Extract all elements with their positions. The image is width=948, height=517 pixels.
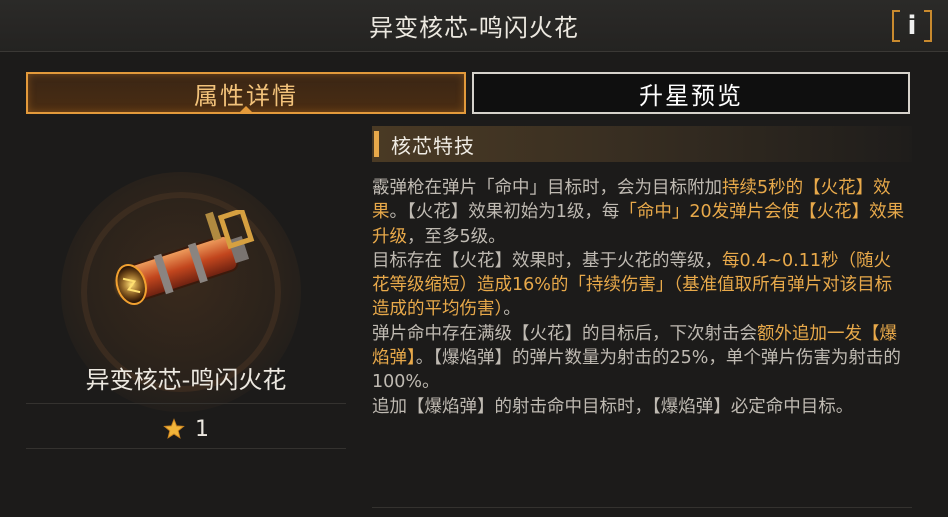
tab-star-preview[interactable]: 升星预览 xyxy=(472,72,910,114)
divider xyxy=(26,403,346,404)
desc-paragraph-4: 追加【爆焰弹】的射击命中目标时，【爆焰弹】必定命中目标。 xyxy=(372,395,908,419)
section-accent-bar xyxy=(374,131,379,157)
description-text: 弹片命中存在满级【火花】的目标后，下次射击会 xyxy=(372,323,757,344)
page-title: 异变核芯-鸣闪火花 xyxy=(369,14,579,42)
info-icon: i xyxy=(907,11,917,41)
star-icon xyxy=(163,418,185,439)
core-item-image xyxy=(113,210,255,305)
tab-active-notch xyxy=(239,106,253,113)
tab-attributes[interactable]: 属性详情 xyxy=(26,72,466,114)
info-bracket-left xyxy=(892,10,900,42)
description-text: 追加【爆焰弹】的射击命中目标时，【爆焰弹】必定命中目标。 xyxy=(372,396,854,417)
section-header: 核芯特技 xyxy=(372,126,912,162)
info-button[interactable]: i xyxy=(890,8,934,44)
description-text: 。【火花】效果初始为1级，每 xyxy=(389,202,620,223)
divider xyxy=(372,507,912,508)
tab-star-preview-label: 升星预览 xyxy=(639,81,743,110)
desc-paragraph-2: 目标存在【火花】效果时，基于火花的等级，每0.4~0.11秒（随火花等级缩短）造… xyxy=(372,249,908,322)
description-text: 霰弹枪在弹片「命中」目标时，会为目标附加 xyxy=(372,178,722,198)
core-name: 异变核芯-鸣闪火花 xyxy=(85,366,287,394)
description-text: 。【爆焰弹】的弹片数量为射击的25%，单个弹片伤害为射击的100%。 xyxy=(372,348,901,393)
core-skill-panel: 核芯特技 霰弹枪在弹片「命中」目标时，会为目标附加持续5秒的【火花】效果。【火花… xyxy=(372,126,912,419)
desc-paragraph-1: 霰弹枪在弹片「命中」目标时，会为目标附加持续5秒的【火花】效果。【火花】效果初始… xyxy=(372,176,908,249)
title-bar: 异变核芯-鸣闪火花 i xyxy=(0,0,948,52)
star-count: 1 xyxy=(195,416,209,442)
skill-description: 霰弹枪在弹片「命中」目标时，会为目标附加持续5秒的【火花】效果。【火花】效果初始… xyxy=(372,176,908,419)
description-text: ，至多5级。 xyxy=(407,226,506,247)
desc-paragraph-3: 弹片命中存在满级【火花】的目标后，下次射击会额外追加一发【爆焰弹】。【爆焰弹】的… xyxy=(372,322,908,395)
description-text: 。 xyxy=(503,299,521,320)
star-level: 1 xyxy=(26,412,346,446)
section-title: 核芯特技 xyxy=(391,133,475,158)
core-preview-panel: 异变核芯-鸣闪火花 1 xyxy=(26,120,346,517)
divider xyxy=(26,448,346,449)
description-text: 目标存在【火花】效果时，基于火花的等级， xyxy=(372,250,722,271)
info-bracket-right xyxy=(924,10,932,42)
